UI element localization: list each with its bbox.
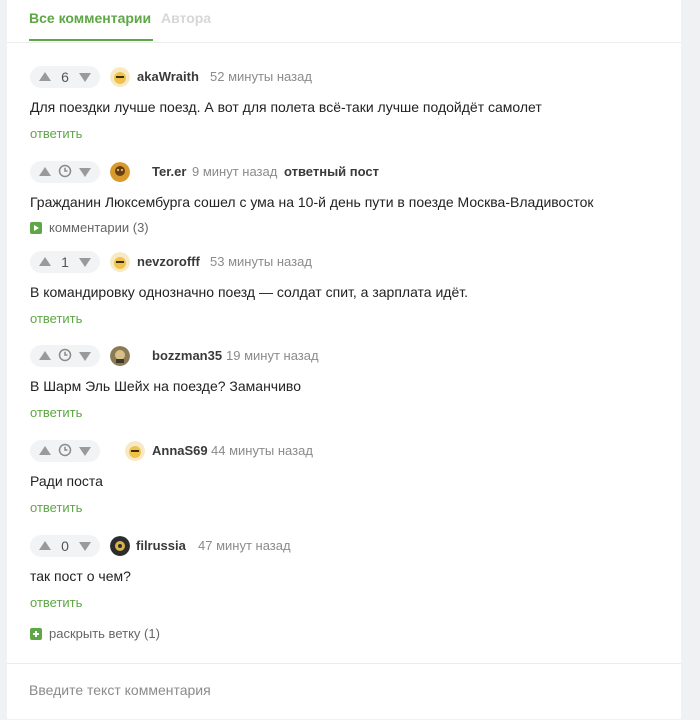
downvote-icon[interactable]: [79, 542, 91, 551]
comment-author[interactable]: akaWraith: [137, 69, 199, 84]
comment-author[interactable]: AnnaS69: [152, 443, 208, 458]
comments-panel: Все комментарии Автора 6 akaWraith 52 ми…: [7, 0, 681, 719]
reply-link[interactable]: ответить: [30, 595, 82, 610]
comment-time[interactable]: 44 минуты назад: [211, 443, 313, 458]
upvote-icon[interactable]: [39, 167, 51, 176]
comment-text: Для поездки лучше поезд. А вот для полет…: [30, 99, 542, 115]
vote-widget: 0: [30, 535, 100, 557]
upvote-icon[interactable]: [39, 351, 51, 360]
show-replies-link[interactable]: комментарии (3): [30, 220, 149, 235]
avatar[interactable]: [110, 252, 130, 272]
reply-link[interactable]: ответить: [30, 500, 82, 515]
comment-text: В командировку однозначно поезд — солдат…: [30, 284, 468, 300]
reply-link[interactable]: ответить: [30, 126, 82, 141]
reply-link[interactable]: ответить: [30, 405, 82, 420]
comment-author[interactable]: nevzorofff: [137, 254, 200, 269]
comment-time[interactable]: 52 минуты назад: [210, 69, 312, 84]
expand-branch-label: раскрыть ветку (1): [49, 626, 160, 641]
downvote-icon[interactable]: [79, 73, 91, 82]
avatar[interactable]: [110, 67, 130, 87]
clock-icon: [58, 164, 72, 178]
comment-text: В Шарм Эль Шейх на поезде? Заманчиво: [30, 378, 301, 394]
comment-tabs: Все комментарии Автора: [7, 0, 681, 43]
avatar[interactable]: [110, 536, 130, 556]
comment-text: Ради поста: [30, 473, 103, 489]
downvote-icon[interactable]: [79, 168, 91, 177]
clock-icon: [58, 348, 72, 362]
downvote-icon[interactable]: [79, 352, 91, 361]
comment-text: так пост о чем?: [30, 568, 131, 584]
downvote-icon[interactable]: [79, 447, 91, 456]
play-square-icon: [30, 222, 42, 234]
comment-time[interactable]: 47 минут назад: [198, 538, 291, 553]
avatar[interactable]: [110, 162, 130, 182]
comment-author[interactable]: bozzman35: [152, 348, 222, 363]
comment-text: Гражданин Люксембурга сошел с ума на 10-…: [30, 194, 594, 210]
avatar[interactable]: [125, 441, 145, 461]
tab-all-comments[interactable]: Все комментарии: [29, 10, 154, 41]
vote-widget: 1: [30, 251, 100, 273]
vote-widget: [30, 161, 100, 183]
reply-post-badge[interactable]: ответный пост: [284, 164, 379, 179]
expand-branch-link[interactable]: раскрыть ветку (1): [30, 626, 160, 641]
vote-widget: [30, 440, 100, 462]
vote-widget: 6: [30, 66, 100, 88]
comment-time[interactable]: 9 минут назад: [192, 164, 277, 179]
comment-input-area: [7, 663, 681, 720]
vote-widget: [30, 345, 100, 367]
downvote-icon[interactable]: [79, 258, 91, 267]
comment-author[interactable]: Ter.er: [152, 164, 186, 179]
clock-icon: [58, 443, 72, 457]
comment-input[interactable]: [29, 680, 649, 700]
tab-author-comments[interactable]: Автора: [161, 10, 211, 26]
upvote-icon[interactable]: [39, 446, 51, 455]
comment-author[interactable]: filrussia: [136, 538, 186, 553]
reply-link[interactable]: ответить: [30, 311, 82, 326]
plus-square-icon: [30, 628, 42, 640]
comment-time[interactable]: 19 минут назад: [226, 348, 319, 363]
show-replies-label: комментарии (3): [49, 220, 149, 235]
comment-time[interactable]: 53 минуты назад: [210, 254, 312, 269]
avatar[interactable]: [110, 346, 130, 366]
